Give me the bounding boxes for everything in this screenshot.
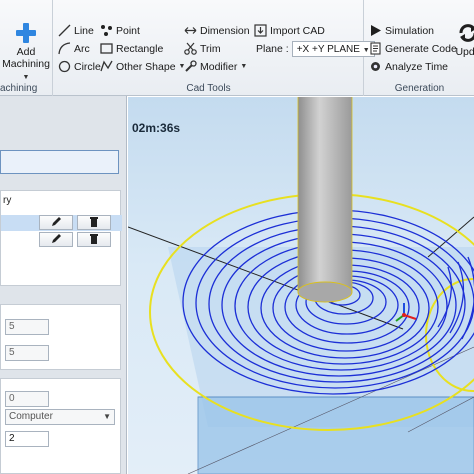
gear-icon xyxy=(371,62,380,71)
update-button[interactable]: Upda xyxy=(453,22,474,58)
pencil-icon xyxy=(51,234,61,243)
cad-tools-group: Line Arc Circle Point Rectangle Other Sh… xyxy=(54,0,375,96)
plane-label: Plane : xyxy=(256,43,289,55)
chevron-down-icon: ▼ xyxy=(240,63,248,70)
rectangle-button[interactable]: Rectangle xyxy=(100,42,163,55)
cad-tools-group-label: Cad Tools xyxy=(186,83,231,94)
trim-label: Trim xyxy=(200,42,221,55)
point-label: Point xyxy=(116,24,140,37)
modifier-label: Modifier xyxy=(200,60,238,73)
import-cad-label: Import CAD xyxy=(270,24,325,37)
play-icon xyxy=(371,25,381,36)
scene xyxy=(128,97,474,474)
3d-viewport[interactable]: 02m:36s xyxy=(128,97,474,474)
delete-button[interactable] xyxy=(77,232,111,247)
import-cad-button[interactable]: Import CAD xyxy=(254,24,325,37)
analyze-time-button[interactable]: Analyze Time xyxy=(369,60,448,73)
generate-code-label: Generate Code xyxy=(385,42,457,55)
dimension-button[interactable]: Dimension xyxy=(184,24,250,37)
parameter-field-3[interactable]: 0 xyxy=(5,391,49,407)
circle-icon xyxy=(58,60,71,73)
dimension-label: Dimension xyxy=(200,24,250,37)
plane-select[interactable]: +X +Y PLANE ▼ xyxy=(291,41,375,57)
controller-select[interactable]: Computer ▼ xyxy=(5,409,115,425)
arc-label: Arc xyxy=(74,42,90,55)
geometry-row[interactable] xyxy=(1,215,122,231)
document-icon xyxy=(370,42,381,55)
rectangle-icon xyxy=(100,43,113,54)
analyze-time-label: Analyze Time xyxy=(385,60,449,73)
trash-icon xyxy=(90,234,98,244)
geometry-list-card: ry xyxy=(0,190,122,286)
pencil-icon xyxy=(51,217,61,226)
machining-group-label: achining xyxy=(0,83,38,94)
plane-selector: Plane : +X +Y PLANE ▼ xyxy=(256,41,375,57)
geometry-row[interactable] xyxy=(1,232,122,248)
geometry-header: ry xyxy=(3,195,12,206)
arc-icon xyxy=(58,42,71,55)
operation-name-field[interactable] xyxy=(0,150,119,174)
edit-button[interactable] xyxy=(39,215,73,230)
modifier-button[interactable]: Modifier ▼ xyxy=(184,60,247,73)
simulation-button[interactable]: Simulation xyxy=(369,24,434,37)
line-label: Line xyxy=(74,24,94,37)
chevron-down-icon: ▼ xyxy=(103,412,111,421)
chevron-down-icon: ▼ xyxy=(22,74,30,81)
parameter-field-4[interactable]: 2 xyxy=(5,431,49,447)
scissors-icon xyxy=(184,42,197,55)
simulation-label: Simulation xyxy=(385,24,435,37)
import-icon xyxy=(254,24,267,37)
generation-group: Simulation Generate Code Analyze Time Up… xyxy=(365,0,474,96)
add-machining-button[interactable]: Add Machining ▼ xyxy=(0,22,52,84)
line-icon xyxy=(58,24,71,37)
other-shape-label: Other Shape xyxy=(116,60,176,73)
simulation-timer: 02m:36s xyxy=(132,121,181,135)
circle-button[interactable]: Circle xyxy=(58,60,101,73)
dimension-icon xyxy=(184,27,197,34)
add-label: Add xyxy=(16,46,36,58)
refresh-icon xyxy=(459,24,474,42)
plane-value: +X +Y PLANE xyxy=(296,44,360,55)
machining-label: Machining xyxy=(2,58,50,70)
add-icon xyxy=(16,23,36,43)
point-button[interactable]: Point xyxy=(100,24,140,37)
left-panel: ry 5 5 0 Computer ▼ 2 xyxy=(0,96,127,474)
circle-label: Circle xyxy=(74,60,101,73)
parameters-card-1: 5 5 xyxy=(0,304,121,370)
controller-value: Computer xyxy=(9,411,53,422)
parameter-field-1[interactable]: 5 xyxy=(5,319,49,335)
trim-button[interactable]: Trim xyxy=(184,42,221,55)
cutting-tool xyxy=(297,97,353,303)
edit-button[interactable] xyxy=(39,232,73,247)
other-shape-button[interactable]: Other Shape ▼ xyxy=(100,60,185,73)
update-label: Upda xyxy=(455,46,474,58)
arc-button[interactable]: Arc xyxy=(58,42,90,55)
generation-group-label: Generation xyxy=(394,83,445,94)
parameter-field-2[interactable]: 5 xyxy=(5,345,49,361)
generate-code-button[interactable]: Generate Code xyxy=(369,42,457,55)
line-button[interactable]: Line xyxy=(58,24,94,37)
delete-button[interactable] xyxy=(77,215,111,230)
machining-group: Add Machining ▼ achining xyxy=(0,0,53,96)
parameters-card-2: 0 Computer ▼ 2 xyxy=(0,378,121,474)
rectangle-label: Rectangle xyxy=(116,42,164,55)
other-shape-icon xyxy=(100,60,113,72)
trash-icon xyxy=(90,217,98,227)
ribbon: Add Machining ▼ achining Line Arc Circle… xyxy=(0,0,474,96)
point-icon xyxy=(101,25,112,36)
wrench-icon xyxy=(185,60,197,72)
